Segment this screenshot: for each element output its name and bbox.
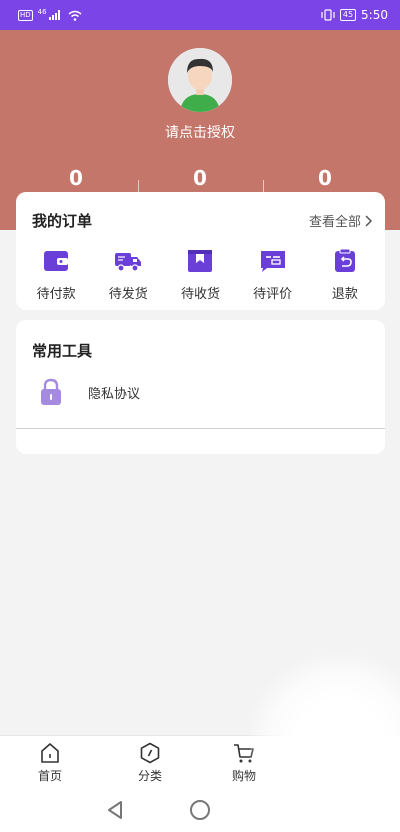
orders-title: 我的订单 [32,212,93,230]
tab-label: 首页 [37,769,62,783]
stat-divider [263,180,264,192]
signal-icon [48,10,60,20]
truck-icon [115,253,142,272]
view-all-label: 查看全部 [308,215,361,230]
order-refund[interactable]: 退款 [313,248,377,302]
stat-value[interactable]: 0 [295,166,355,190]
tool-label: 隐私协议 [88,386,141,402]
network-type: 46 [37,8,47,16]
cart-icon [234,744,254,763]
orders-card: 我的订单 查看全部 待付款 待发货 待收货 待评价 退款 [16,192,385,310]
tab-label: 购物 [231,769,256,783]
system-nav-bar [0,790,400,832]
tools-title: 常用工具 [32,342,93,360]
stat-value[interactable]: 0 [46,166,106,190]
category-icon [140,742,160,764]
home-button[interactable] [190,800,210,820]
order-label: 退款 [331,287,358,302]
order-to-review[interactable]: 待评价 [241,248,305,302]
order-to-ship[interactable]: 待发货 [96,248,160,302]
stat-value[interactable]: 0 [170,166,230,190]
stat-divider [138,180,139,192]
comment-icon [260,251,285,272]
order-label: 待评价 [253,287,293,302]
wifi-icon [68,10,82,21]
refund-icon [334,248,355,272]
bottom-tab-bar: 首页 分类 购物 [0,735,400,790]
lock-icon [41,378,61,405]
order-label: 待付款 [36,287,76,302]
back-icon[interactable] [106,800,124,820]
vibrate-icon [321,9,335,21]
tab-label: 分类 [137,769,162,783]
tab-home[interactable]: 首页 [20,742,80,784]
tool-privacy-policy[interactable]: 隐私协议 [38,378,140,406]
hd-badge: HD [18,9,33,21]
status-bar: HD 46 45 5:50 [0,0,400,30]
view-all-orders-link[interactable]: 查看全部 [309,211,373,230]
avatar-icon [168,48,232,112]
tab-category[interactable]: 分类 [120,742,180,784]
order-to-receive[interactable]: 待收货 [168,248,232,302]
battery-icon: 45 [339,9,357,21]
avatar[interactable] [168,48,232,112]
order-pending-payment[interactable]: 待付款 [24,248,88,302]
clock: 5:50 [361,8,388,22]
order-label: 待收货 [180,287,220,302]
chevron-right-icon [365,214,373,227]
tab-cart[interactable]: 购物 [214,742,274,784]
package-icon [188,250,213,272]
authorize-prompt[interactable]: 请点击授权 [0,122,400,142]
wallet-icon [44,251,69,271]
divider [16,428,385,429]
order-label: 待发货 [108,287,148,302]
home-icon [41,743,59,763]
tools-card: 常用工具 隐私协议 [16,320,385,454]
